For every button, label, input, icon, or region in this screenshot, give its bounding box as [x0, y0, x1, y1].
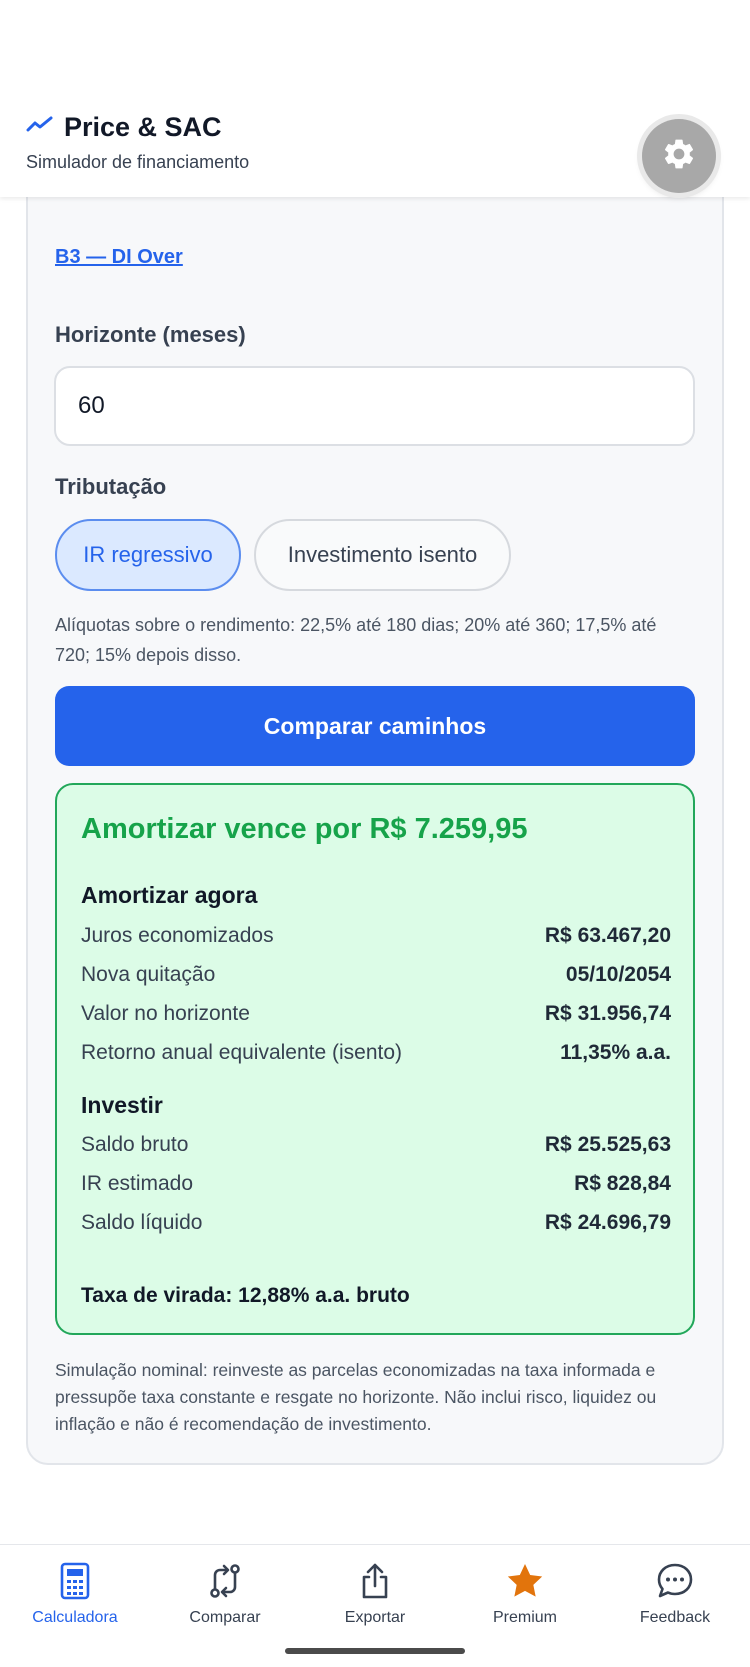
source-link[interactable]: B3 — DI Over — [55, 246, 183, 269]
result-row: Nova quitação 05/10/2054 — [81, 963, 671, 987]
row-label: Retorno anual equivalente (isento) — [81, 1041, 403, 1064]
row-value: R$ 31.956,74 — [544, 1002, 671, 1025]
result-box: Amortizar vence por R$ 7.259,95 Amortiza… — [55, 783, 695, 1335]
row-value: 05/10/2054 — [565, 963, 671, 986]
nav-label: Comparar — [189, 1609, 261, 1626]
settings-button[interactable] — [642, 119, 716, 193]
breakeven-rate: Taxa de virada: 12,88% a.a. bruto — [81, 1284, 410, 1307]
nav-label: Exportar — [344, 1609, 406, 1626]
nav-item-exportar[interactable]: Exportar — [300, 1559, 450, 1639]
row-value: R$ 24.696,79 — [544, 1211, 671, 1234]
disclaimer-text: Simulação nominal: reinveste as parcelas… — [55, 1360, 657, 1434]
app-title-row: Price & SAC — [26, 112, 222, 143]
row-label: Saldo líquido — [81, 1211, 203, 1234]
amortize-section-title: Amortizar agora — [81, 882, 258, 908]
result-row: Saldo bruto R$ 25.525,63 — [81, 1133, 671, 1157]
row-label: IR estimado — [81, 1172, 194, 1195]
result-row: Retorno anual equivalente (isento) 11,35… — [81, 1041, 671, 1065]
tax-help-text: Alíquotas sobre o rendimento: 22,5% até … — [55, 615, 657, 665]
row-value: R$ 25.525,63 — [544, 1133, 671, 1156]
horizon-label: Horizonte (meses) — [55, 322, 246, 347]
result-row: Saldo líquido R$ 24.696,79 — [81, 1211, 671, 1235]
tax-option-isento[interactable]: Investimento isento — [254, 519, 511, 591]
result-row: Juros economizados R$ 63.467,20 — [81, 924, 671, 948]
calculator-icon — [60, 1559, 90, 1603]
app-title: Price & SAC — [64, 112, 222, 142]
app-header: Price & SAC Simulador de financiamento — [0, 0, 750, 197]
invest-section-title: Investir — [81, 1092, 163, 1118]
row-value: R$ 828,84 — [574, 1172, 671, 1195]
tax-option-ir-regressivo[interactable]: IR regressivo — [55, 519, 241, 591]
nav-item-premium[interactable]: Premium — [450, 1559, 600, 1639]
share-icon — [359, 1559, 391, 1603]
star-icon — [505, 1559, 545, 1603]
trend-chart-icon — [26, 115, 54, 140]
chat-icon — [656, 1559, 694, 1603]
compare-button[interactable]: Comparar caminhos — [55, 686, 695, 766]
result-headline: Amortizar vence por R$ 7.259,95 — [81, 813, 528, 845]
row-label: Saldo bruto — [81, 1133, 189, 1156]
row-label: Juros economizados — [81, 924, 274, 947]
nav-item-calculadora[interactable]: Calculadora — [0, 1559, 150, 1639]
horizon-input[interactable]: 60 — [54, 366, 695, 446]
row-value: R$ 63.467,20 — [544, 924, 671, 947]
compare-icon — [207, 1559, 243, 1603]
app-screen: B3 — DI Over Horizonte (meses) 60 Tribut… — [0, 0, 750, 1667]
result-row: Valor no horizonte R$ 31.956,74 — [81, 1002, 671, 1026]
nav-label: Calculadora — [32, 1609, 118, 1626]
nav-item-comparar[interactable]: Comparar — [150, 1559, 300, 1639]
tax-label: Tributação — [55, 474, 167, 499]
row-label: Nova quitação — [81, 963, 216, 986]
nav-item-feedback[interactable]: Feedback — [600, 1559, 750, 1639]
row-value: 11,35% a.a. — [560, 1041, 671, 1064]
nav-label: Premium — [492, 1609, 557, 1626]
gear-icon — [661, 136, 697, 177]
nav-label: Feedback — [639, 1609, 711, 1626]
app-subtitle: Simulador de financiamento — [26, 152, 250, 172]
row-label: Valor no horizonte — [81, 1002, 250, 1025]
home-indicator — [285, 1648, 465, 1654]
result-row: IR estimado R$ 828,84 — [81, 1172, 671, 1196]
